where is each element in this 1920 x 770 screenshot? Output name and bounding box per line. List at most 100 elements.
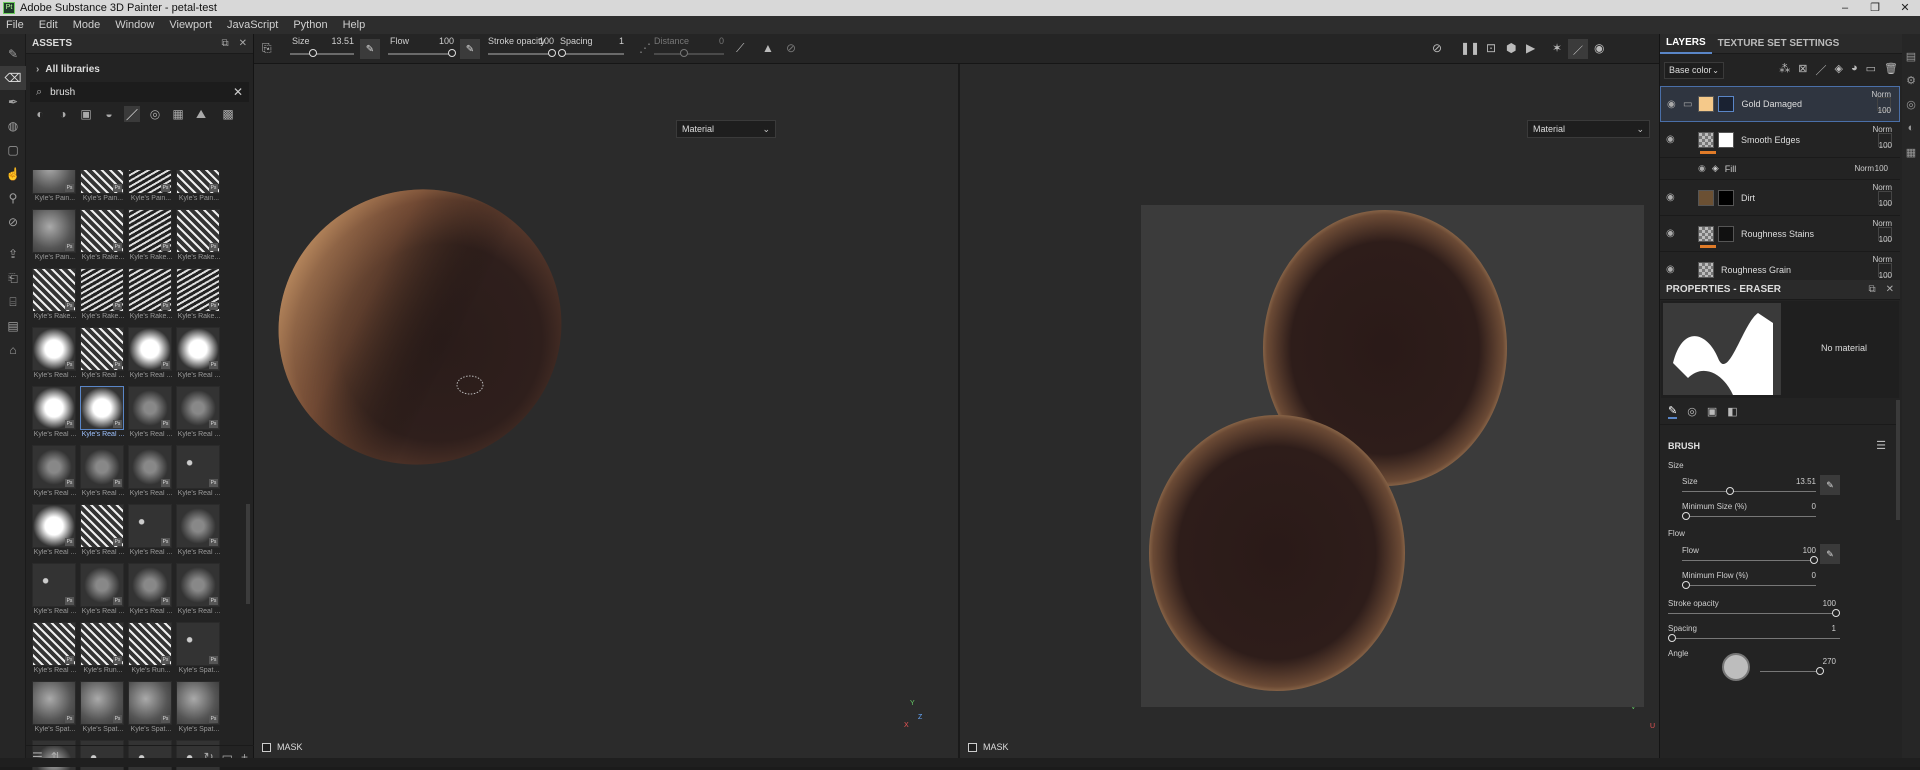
symmetry-icon[interactable]: ▲ (762, 41, 774, 55)
filter-smart-materials-icon[interactable]: ◑ (55, 106, 71, 122)
pause-icon[interactable]: ❚❚ (1460, 41, 1480, 55)
blend-mode[interactable]: Norm (1872, 255, 1892, 264)
channel-dropdown[interactable]: Base color ⌄ (1664, 61, 1724, 79)
filter-alphas-icon[interactable]: ◎ (147, 106, 163, 122)
tab-stencil-icon[interactable]: ▣ (1707, 405, 1717, 418)
add-folder-icon[interactable]: ▭ (1866, 62, 1876, 78)
asset-thumbnail[interactable]: Ps Kyle's Real ... (80, 327, 126, 386)
asset-thumbnail[interactable]: Ps Kyle's Pain... (80, 170, 126, 209)
asset-thumbnail[interactable]: Ps Kyle's Real ... (176, 445, 222, 504)
layer-opacity[interactable]: 100 (1879, 199, 1892, 208)
layer-roughness-stains[interactable]: ◉ Roughness Stains Norm 100 (1660, 216, 1900, 252)
3d-view-icon[interactable]: ⬢ (1506, 41, 1516, 55)
size-slider-knob[interactable] (309, 49, 317, 57)
asset-thumbnail[interactable]: Ps Kyle's Pain... (128, 170, 174, 209)
asset-thumbnail[interactable]: Ps Kyle's Real ... (32, 445, 78, 504)
properties-dock-icon[interactable]: ⚙ (1902, 68, 1920, 92)
properties-scrollbar[interactable] (1896, 400, 1900, 520)
flow-pen-pressure-button[interactable]: ✎ (460, 39, 480, 59)
display-settings-icon[interactable]: ◎ (1902, 92, 1920, 116)
asset-thumbnail[interactable]: Ps Kyle's Real ... (80, 386, 126, 445)
symmetry-mode-icon[interactable]: ⊘ (786, 41, 796, 55)
eye-icon[interactable]: ◉ (1666, 264, 1680, 275)
menu-javascript[interactable]: JavaScript (227, 19, 278, 31)
asset-thumbnail[interactable]: Ps Kyle's Spat... (80, 681, 126, 740)
distance-slider-knob[interactable] (680, 49, 688, 57)
tab-material-icon[interactable]: ◧ (1727, 405, 1737, 418)
filter-brushes-icon[interactable]: ／ (124, 106, 140, 122)
stroke-opacity-slider[interactable] (1668, 613, 1840, 614)
spacing-slider-knob[interactable] (1668, 634, 1676, 642)
shader-settings-icon[interactable]: ◐ (1902, 116, 1920, 140)
layer-opacity[interactable]: 100 (1879, 141, 1892, 150)
blend-mode[interactable]: Norm (1872, 125, 1892, 134)
stroke-opacity-knob[interactable] (1832, 609, 1840, 617)
asset-thumbnail[interactable]: Ps Kyle's Rake... (128, 268, 174, 327)
asset-thumbnail[interactable]: Ps Kyle's Spat... (176, 622, 222, 681)
layer-gold-damaged[interactable]: ◉ ▭ Gold Damaged Norm 100 (1660, 86, 1900, 122)
filter-environment-icon[interactable]: ⛰ (193, 106, 209, 122)
asset-thumbnail[interactable]: Ps Kyle's Run... (128, 622, 174, 681)
mask-toggle-3d[interactable]: MASK (262, 742, 303, 752)
asset-thumbnail[interactable]: Ps Kyle's Pain... (176, 170, 222, 209)
menu-mode[interactable]: Mode (73, 19, 101, 31)
eye-icon[interactable]: ◉ (1667, 99, 1681, 110)
angle-dial[interactable] (1722, 653, 1750, 681)
asset-thumbnail[interactable]: Ps Kyle's Pain... (32, 170, 78, 209)
asset-thumbnail[interactable]: Ps Kyle's Real ... (80, 563, 126, 622)
tool-settings-icon[interactable]: ⎘ (262, 41, 272, 56)
asset-thumbnail[interactable]: Ps Kyle's Real ... (32, 563, 78, 622)
layer-smooth-edges[interactable]: ◉ Smooth Edges Norm 100 (1660, 122, 1900, 158)
asset-thumbnail[interactable]: Ps Kyle's Rake... (176, 268, 222, 327)
brush-view-button[interactable]: ／ (1568, 39, 1588, 59)
filter-textures-icon[interactable]: ▣ (78, 106, 94, 122)
asset-thumbnail[interactable]: Ps Kyle's Spat... (176, 681, 222, 740)
asset-thumbnail[interactable]: Ps Kyle's Rake... (176, 209, 222, 268)
sublayer-fill[interactable]: ◉ ◈ Fill Norm 100 (1660, 158, 1900, 180)
mask-checkbox-2d[interactable] (968, 742, 977, 752)
asset-thumbnail[interactable]: Ps Kyle's Pain... (32, 209, 78, 268)
menu-file[interactable]: File (6, 19, 24, 31)
mask-checkbox-3d[interactable] (262, 742, 271, 752)
stroke-opacity-slider[interactable] (488, 53, 554, 55)
min-flow-slider[interactable] (1682, 585, 1816, 586)
search-input[interactable]: ⌕ brush ✕ (30, 82, 249, 102)
undock-icon[interactable]: ⧉ (221, 38, 228, 49)
flow-slider[interactable] (388, 53, 454, 55)
add-smart-material-icon[interactable]: ◕ (1851, 62, 1858, 78)
min-size-slider[interactable] (1682, 516, 1816, 517)
tab-brush-icon[interactable]: ✎ (1668, 404, 1678, 419)
spacing-slider[interactable] (1668, 638, 1840, 639)
flow-pen-button[interactable]: ✎ (1820, 544, 1840, 564)
maximize-button[interactable]: ❐ (1860, 0, 1890, 16)
spacing-slider[interactable] (560, 53, 624, 55)
filter-materials-icon[interactable]: ◐ (32, 106, 48, 122)
flow-slider-knob[interactable] (448, 49, 456, 57)
paint-tool-icon[interactable]: ✎ (0, 42, 26, 66)
view-mode-icon[interactable]: ▩ (220, 106, 236, 122)
asset-thumbnail[interactable]: Ps Kyle's Real ... (176, 386, 222, 445)
clone-tool-icon[interactable]: ⚲ (0, 186, 26, 210)
brush-menu-icon[interactable]: ☰ (1876, 439, 1886, 452)
assets-scrollbar[interactable] (246, 504, 250, 604)
hide-ui-icon[interactable]: ⊘ (1432, 41, 1442, 55)
layer-dirt[interactable]: ◉ Dirt Norm 100 (1660, 180, 1900, 216)
angle-slider[interactable] (1760, 671, 1820, 672)
menu-viewport[interactable]: Viewport (169, 19, 212, 31)
distance-slider[interactable] (654, 53, 724, 55)
blend-mode[interactable]: Norm (1872, 183, 1892, 192)
eye-icon[interactable]: ◉ (1666, 134, 1680, 145)
layer-roughness-grain[interactable]: ◉ Roughness Grain Norm 100 (1660, 252, 1900, 278)
smudge-tool-icon[interactable]: ☝ (0, 162, 26, 186)
tab-alpha-icon[interactable]: ◎ (1687, 405, 1697, 418)
asset-thumbnail[interactable]: Ps Kyle's Real ... (32, 386, 78, 445)
projection-tool-icon[interactable]: ✒ (0, 90, 26, 114)
asset-thumbnail[interactable]: Ps Kyle's Real ... (80, 504, 126, 563)
add-fill-layer-icon[interactable]: ◈ (1835, 62, 1843, 78)
geometry-fill-icon[interactable]: ◍ (0, 114, 26, 138)
eraser-tool-icon[interactable]: ⌫ (0, 66, 26, 90)
spacing-slider-knob[interactable] (558, 49, 566, 57)
undock-icon[interactable]: ⧉ (1868, 284, 1875, 295)
camera-view-icon[interactable]: ▶ (1526, 41, 1535, 55)
asset-thumbnail[interactable]: Ps Kyle's Real ... (32, 327, 78, 386)
